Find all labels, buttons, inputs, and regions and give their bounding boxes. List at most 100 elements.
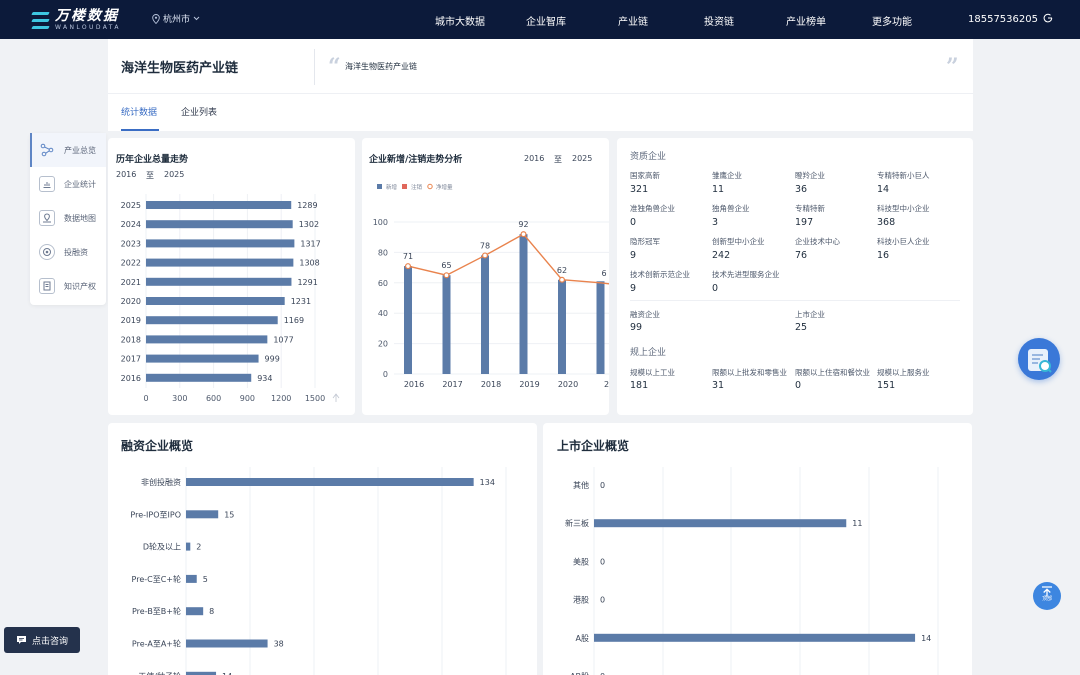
tab-statistics[interactable]: 统计数据 [121,105,157,118]
bar[interactable] [594,633,916,642]
assistant-button[interactable] [1018,338,1060,380]
bar[interactable] [442,275,451,374]
bar[interactable] [186,542,191,551]
bar[interactable] [186,639,268,648]
bar[interactable] [186,510,219,519]
data-label: 0 [600,596,605,605]
category-label: A股 [576,634,589,643]
y-tick-label: 2021 [121,278,141,287]
nav-more[interactable]: 更多功能 [872,13,912,28]
qualification-label: 科技型中小企业 [877,204,930,213]
bar[interactable] [146,297,285,305]
y-tick-label: 60 [378,279,388,288]
bar[interactable] [146,258,294,267]
data-label: 8 [209,607,214,616]
y-tick-label: 0 [383,370,388,379]
line-point[interactable] [443,272,450,279]
qualification-label: 专精特新小巨人 [877,171,930,180]
x-tick-label: 2019 [519,380,539,389]
qualification-value: 0 [630,217,637,228]
bar[interactable] [596,281,605,374]
sidebar-item-ip[interactable]: 知识产权 [30,269,106,303]
line-point[interactable] [404,263,411,270]
bar[interactable] [146,201,292,209]
nav-industry-chain[interactable]: 产业链 [618,13,648,28]
category-label: 非创投融资 [141,477,181,487]
back-to-top-button[interactable]: 顶部 [1033,582,1061,610]
tab-enterprise-list[interactable]: 企业列表 [181,105,217,118]
industry-header: 海洋生物医药产业链 “ 海洋生物医药产业链 ” 统计数据 企业列表 [108,39,973,131]
scale-heading: 规上企业 [630,348,667,358]
scale-value: 151 [877,380,896,391]
bar[interactable] [146,354,259,363]
legend-label[interactable]: 新增 [386,183,397,191]
bar[interactable] [146,277,292,286]
city-selector[interactable]: 杭州市 [152,12,200,25]
bar[interactable] [146,373,252,382]
nav-industry-ranking[interactable]: 产业榜单 [786,13,826,28]
divider [314,49,315,85]
consult-button[interactable]: 点击咨询 [4,627,80,653]
consult-label: 点击咨询 [31,636,68,647]
data-label: 65 [441,261,451,270]
active-tab-indicator [121,129,159,131]
qualification-label: 技术创新示范企业 [630,270,690,279]
qualification-value: 0 [712,283,719,294]
qualification-value: 11 [712,184,725,195]
sidebar-item-enterprise-stats[interactable]: 企业统计 [30,167,106,201]
financing-label: 融资企业 [630,310,660,319]
scale-value: 31 [712,380,725,391]
scale-value: 0 [795,380,802,391]
y-tick-label: 2020 [121,297,141,306]
y-tick-label: 2023 [121,239,141,248]
y-tick-label: 20 [378,340,388,349]
data-label: 62 [557,266,567,275]
logo[interactable]: 万楼数据 WANLOUDATA [31,9,121,31]
line-point[interactable] [520,231,527,238]
financing-chart: 非创投融资 134 Pre-IPO至IPO 15 D轮及以上 2 Pre-C至C+轮 5 Pre… [130,467,507,675]
sidebar-item-data-map[interactable]: 数据地图 [30,201,106,235]
nav-enterprise-library[interactable]: 企业智库 [526,13,566,28]
bar[interactable] [594,519,847,528]
category-label: Pre-C至C+轮 [132,574,181,584]
user-account[interactable]: 18557536205 [968,13,1053,25]
bar[interactable] [186,478,474,486]
qualification-card: 资质企业 融资企业 99 上市企业 25 规上企业 国家高新 321 雏鹰企业 11 瞪… [617,138,973,415]
data-label: 6 [601,269,606,278]
logout-icon[interactable] [1043,13,1053,23]
line-point[interactable] [481,252,488,259]
chat-icon [16,636,26,644]
legend-label[interactable]: 注销 [411,183,423,191]
user-phone: 18557536205 [968,14,1038,25]
bar[interactable] [146,239,295,248]
total-trend-card: 历年企业总量走势 2016 至 2025 0 300 600 900 1200 1500 2… [108,138,355,415]
bar[interactable] [146,335,268,344]
bar[interactable] [519,234,528,374]
bar[interactable] [481,255,489,374]
legend-marker [402,184,407,189]
qualification-value: 9 [630,283,637,294]
nav-city-data[interactable]: 城市大数据 [435,13,485,28]
bar[interactable] [146,220,293,229]
sidebar-item-investment[interactable]: 投融资 [30,235,106,269]
divider [630,300,960,301]
data-label: 92 [518,220,528,229]
sidebar-item-industry-overview[interactable]: 产业总览 [30,133,106,167]
bar[interactable] [558,279,566,374]
target-icon [39,244,55,260]
category-label: D轮及以上 [143,542,181,552]
quote-close-icon: ” [946,54,959,80]
line-point[interactable] [559,276,566,283]
data-label: 1302 [299,220,319,229]
legend-label[interactable]: 净增量 [436,183,453,191]
nav-investment-chain[interactable]: 投资链 [704,13,734,28]
data-label: 14 [921,634,931,643]
bar[interactable] [146,316,278,325]
qualification-label: 科技小巨人企业 [877,237,930,246]
category-label: 美股 [573,556,589,566]
qualification-label: 技术先进型服务企业 [712,270,780,279]
bar[interactable] [186,574,197,583]
bar[interactable] [404,266,412,374]
bar[interactable] [186,607,204,616]
x-tick-label: 0 [143,394,148,403]
